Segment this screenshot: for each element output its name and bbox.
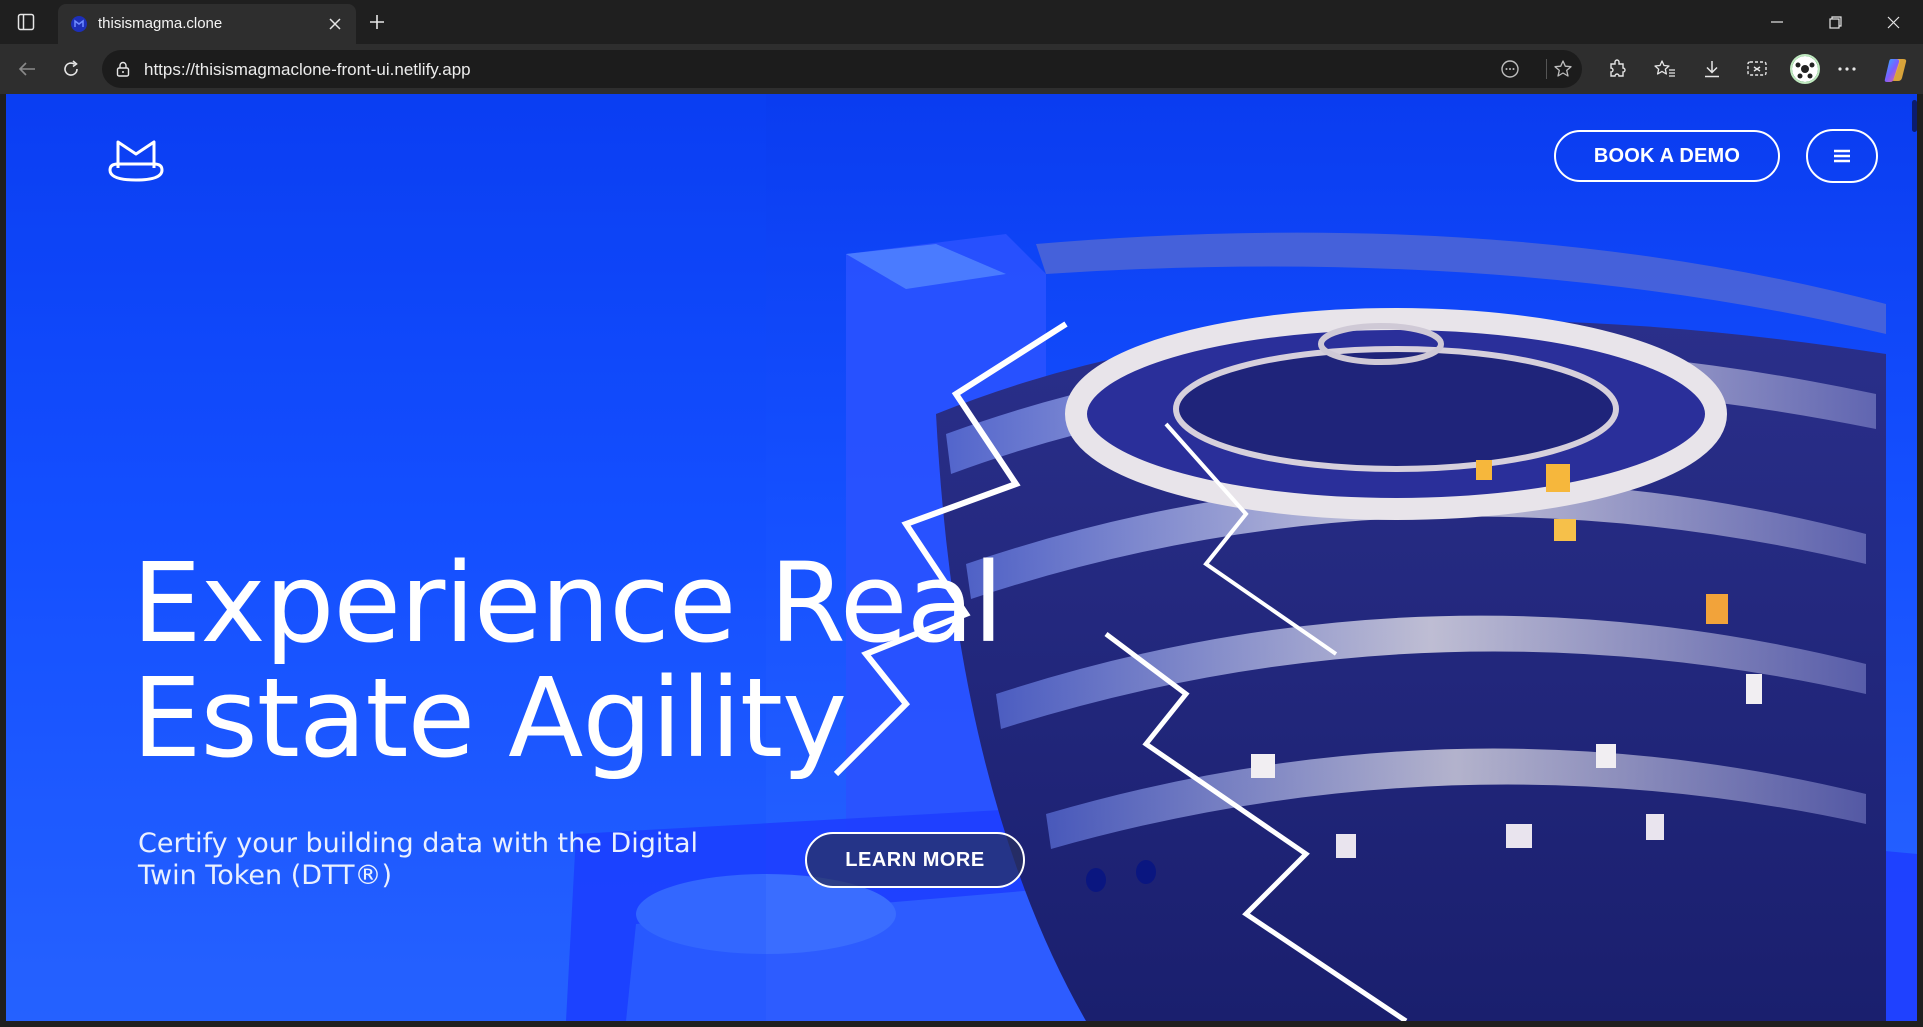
tab-title: thisismagma.clone (98, 15, 223, 32)
tab-actions-icon[interactable] (14, 10, 38, 34)
page-viewport: BOOK A DEMO Experience Real Estate Agili… (6, 94, 1917, 1021)
new-tab-icon[interactable] (364, 9, 390, 35)
lock-icon[interactable] (114, 60, 132, 78)
address-bar[interactable]: https://thisismagmaclone-front-ui.netlif… (102, 50, 1582, 88)
profile-avatar-icon[interactable] (1790, 54, 1820, 84)
book-demo-button[interactable]: BOOK A DEMO (1554, 130, 1780, 182)
hamburger-menu-button[interactable] (1806, 129, 1878, 183)
url-text[interactable]: https://thisismagmaclone-front-ui.netlif… (144, 60, 471, 79)
browser-tab[interactable]: thisismagma.clone (58, 4, 356, 44)
refresh-icon[interactable] (58, 56, 84, 82)
address-bar-divider (1546, 59, 1547, 79)
hero-title-line-1: Experience Real (132, 539, 1004, 667)
favorite-star-icon[interactable] (1551, 57, 1575, 81)
restore-icon[interactable] (1812, 8, 1858, 36)
close-tab-icon[interactable] (324, 13, 346, 35)
page-scrollbar[interactable] (1912, 100, 1917, 132)
magma-favicon-icon (71, 16, 87, 32)
reading-view-icon[interactable] (1498, 57, 1522, 81)
screenshot-icon[interactable] (1744, 56, 1770, 82)
hero-title-line-2: Estate Agility (132, 654, 847, 782)
learn-more-button[interactable]: LEARN MORE (805, 832, 1025, 888)
downloads-icon[interactable] (1699, 56, 1725, 82)
hero-subtitle: Certify your building data with the Digi… (138, 828, 698, 891)
favorites-icon[interactable] (1652, 56, 1678, 82)
hero-title: Experience Real Estate Agility (132, 539, 1004, 782)
hamburger-icon (1834, 149, 1850, 163)
more-options-icon[interactable] (1834, 56, 1860, 82)
browser-toolbar: https://thisismagmaclone-front-ui.netlif… (0, 44, 1923, 94)
tab-strip: thisismagma.clone (0, 0, 1923, 44)
magma-logo-icon[interactable] (106, 132, 166, 184)
minimize-icon[interactable] (1754, 8, 1800, 36)
back-icon[interactable] (14, 56, 40, 82)
extensions-icon[interactable] (1604, 56, 1630, 82)
copilot-icon[interactable] (1882, 56, 1910, 84)
close-window-icon[interactable] (1870, 8, 1916, 36)
